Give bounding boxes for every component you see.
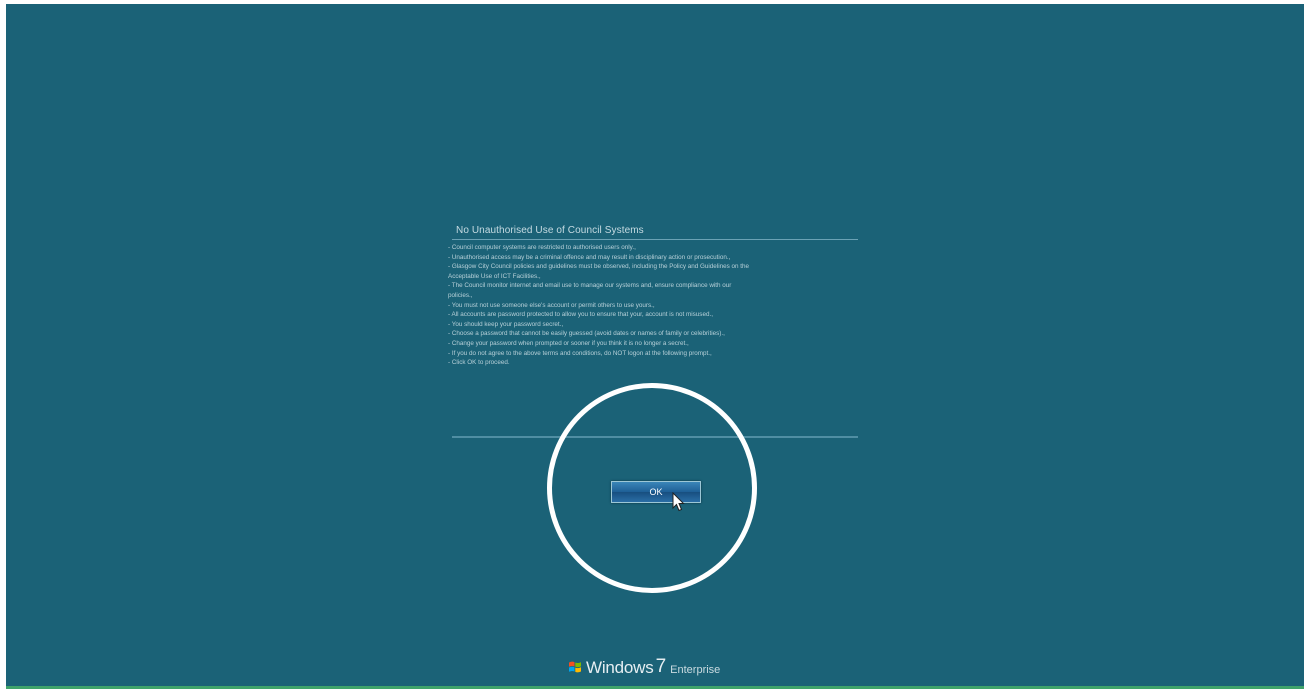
screenshot-frame: No Unauthorised Use of Council Systems -…: [0, 0, 1310, 693]
notice-line: - You must not use someone else's accoun…: [448, 301, 655, 309]
notice-line: policies.,: [448, 291, 473, 299]
legal-notice-title: No Unauthorised Use of Council Systems: [456, 225, 644, 236]
notice-line: - Click OK to proceed.: [448, 359, 510, 367]
windows-branding: Windows 7 Enterprise: [568, 654, 720, 678]
notice-line: - All accounts are password protected to…: [448, 311, 713, 319]
notice-line: - Change your password when prompted or …: [448, 339, 689, 347]
notice-line: - If you do not agree to the above terms…: [448, 349, 712, 357]
notice-divider-top: [452, 239, 858, 240]
brand-version: 7: [655, 656, 667, 677]
notice-line: - Glasgow City Council policies and guid…: [448, 263, 750, 271]
notice-line: Acceptable Use of ICT Facilities.,: [448, 272, 541, 280]
notice-line: - Council computer systems are restricte…: [448, 244, 636, 251]
notice-line: - The Council monitor internet and email…: [448, 282, 732, 290]
brand-edition: Enterprise: [670, 664, 721, 676]
brand-name: Windows: [586, 658, 654, 677]
legal-notice-text: - Council computer systems are restricte…: [446, 243, 858, 368]
highlight-circle: [547, 383, 757, 593]
notice-line: - You should keep your password secret.,: [448, 320, 564, 328]
notice-line: - Unauthorised access may be a criminal …: [448, 253, 731, 261]
windows-flag-icon: [569, 661, 581, 673]
legal-notice: No Unauthorised Use of Council Systems -…: [446, 225, 858, 368]
notice-line: - Choose a password that cannot be easil…: [448, 330, 725, 338]
